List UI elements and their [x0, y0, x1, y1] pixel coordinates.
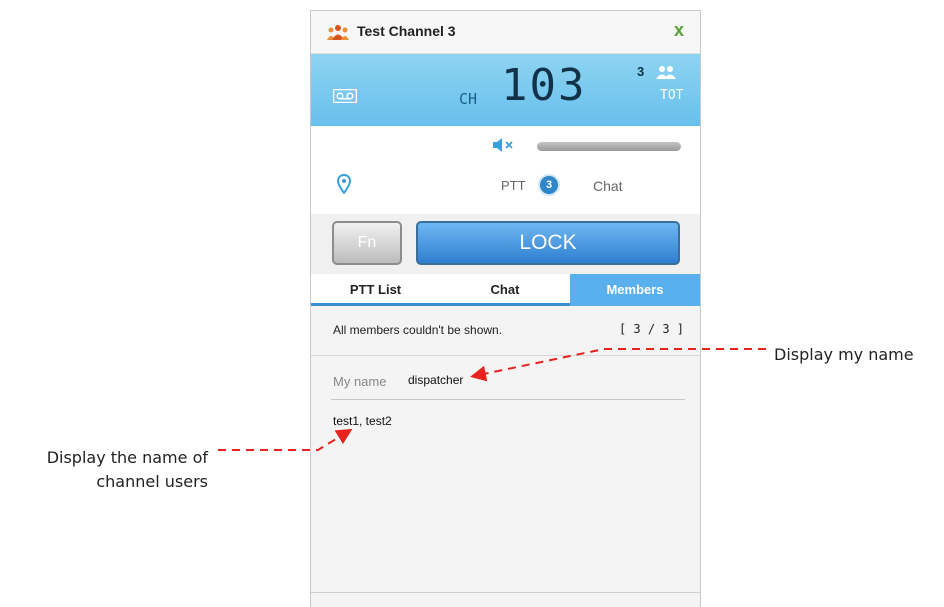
annotation-arrows	[218, 348, 766, 451]
arrow-channel-users	[218, 428, 353, 451]
arrow-my-name	[470, 348, 766, 382]
